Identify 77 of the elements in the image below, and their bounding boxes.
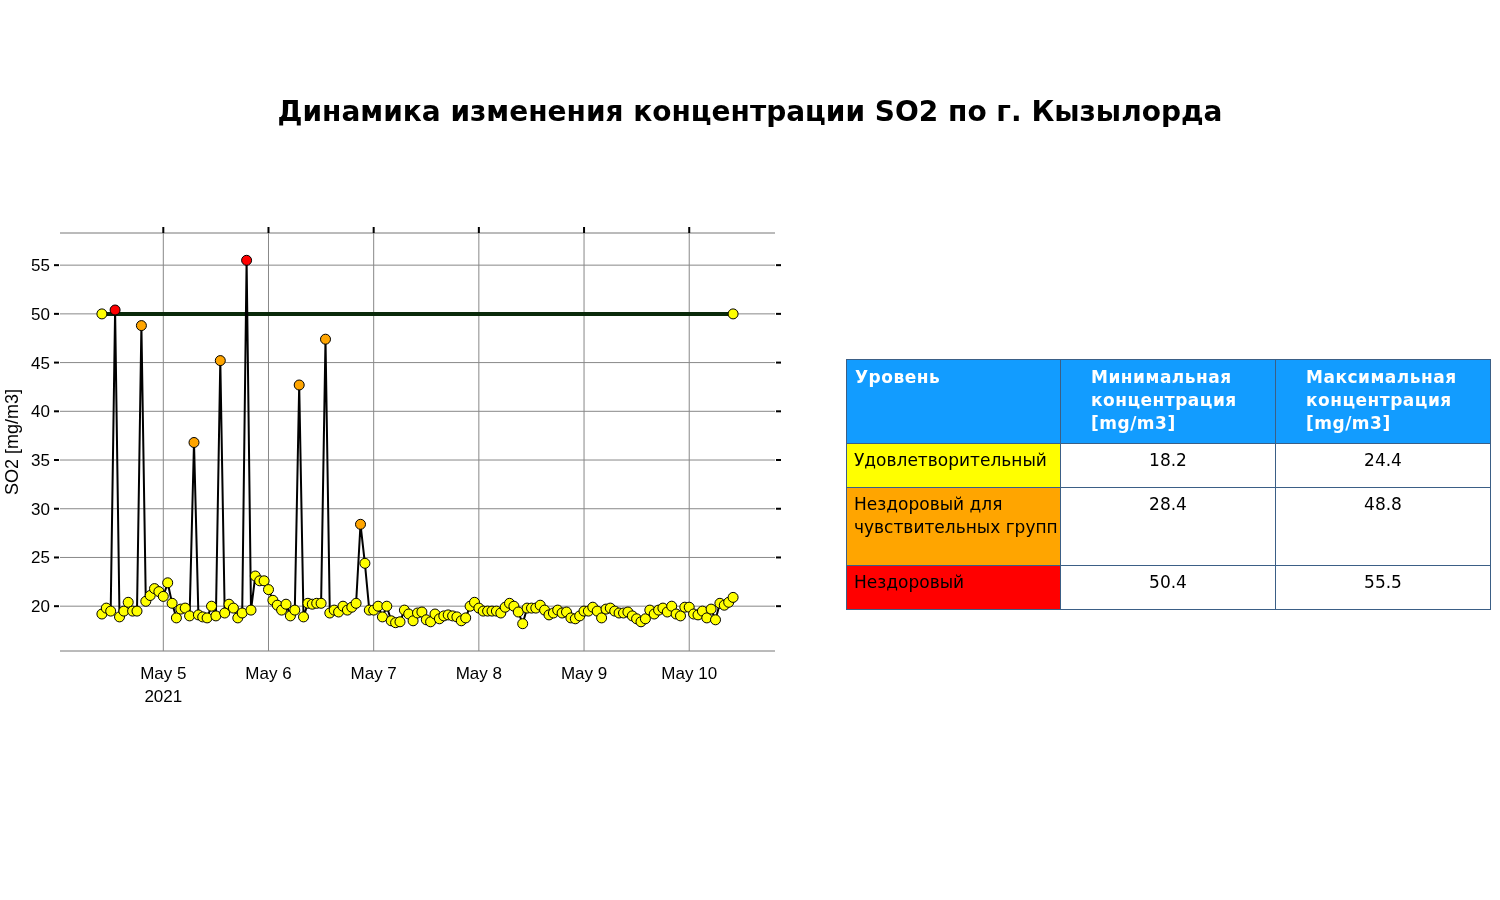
data-point <box>162 577 174 589</box>
data-point <box>179 602 191 614</box>
data-point <box>236 607 248 619</box>
data-point <box>298 611 309 623</box>
table-cell: 28.4 <box>1060 487 1276 566</box>
data-point <box>675 610 686 622</box>
data-point <box>170 612 182 624</box>
axis-year-label: 2021 <box>144 687 183 706</box>
table-cell: 48.8 <box>1275 487 1491 566</box>
data-point <box>517 618 529 630</box>
data-point <box>293 379 305 391</box>
data-point <box>105 605 117 617</box>
data-point <box>710 614 721 626</box>
data-point <box>320 333 331 345</box>
axis-tick-label: May 8 <box>455 664 502 683</box>
axis-tick-label: 50 <box>31 304 50 324</box>
axis-tick-label: May 5 <box>140 664 187 683</box>
data-point <box>381 600 393 612</box>
level-cell: Нездоровый <box>846 565 1061 610</box>
data-point <box>350 597 362 609</box>
axis-tick-label: 20 <box>31 597 50 617</box>
data-point <box>315 597 327 609</box>
data-point <box>214 355 226 367</box>
data-point <box>289 604 301 616</box>
axis-tick-label: 40 <box>31 402 50 422</box>
data-point <box>131 605 143 617</box>
data-point <box>157 590 169 602</box>
data-point <box>460 612 472 624</box>
level-cell: Удовлетворительный <box>846 443 1061 488</box>
data-point <box>135 320 147 332</box>
level-cell: Нездоровый для чувствительных групп <box>846 487 1061 566</box>
axis-tick-label: May 10 <box>661 664 718 683</box>
axis-tick-label: May 6 <box>245 664 292 683</box>
axis-tick-label: 55 <box>31 256 50 276</box>
data-point <box>166 597 178 609</box>
table-cell: 50.4 <box>1060 565 1276 610</box>
data-point <box>219 607 231 619</box>
data-point <box>355 518 366 530</box>
axis-tick-label: 35 <box>31 451 50 471</box>
data-point <box>184 610 196 622</box>
data-point <box>245 604 257 616</box>
column-header: Минимальная концентрация [mg/m3] <box>1060 359 1276 444</box>
data-point <box>258 575 270 587</box>
table-cell: 24.4 <box>1275 443 1491 488</box>
data-point <box>727 308 739 320</box>
data-point <box>188 437 200 448</box>
data-point <box>394 616 406 628</box>
column-header: Максимальная концентрация [mg/m3] <box>1275 359 1491 444</box>
data-point <box>206 600 217 612</box>
data-point <box>727 591 739 603</box>
data-point <box>666 600 678 612</box>
axis-tick-label: May 7 <box>350 664 397 683</box>
column-header: Уровень <box>846 359 1061 444</box>
axis-tick-label: 25 <box>31 548 50 568</box>
chart-title: Динамика изменения концентрации SO2 по г. Кызылорда <box>277 96 1223 128</box>
data-point <box>359 557 371 569</box>
data-point <box>376 611 388 623</box>
data-point <box>122 596 134 608</box>
data-point <box>280 598 292 610</box>
data-point <box>227 602 239 614</box>
data-point <box>210 610 222 622</box>
data-point <box>705 603 717 615</box>
table-cell: 18.2 <box>1060 443 1276 488</box>
data-point <box>639 613 651 625</box>
data-point <box>596 612 608 624</box>
axis-title: SO2 [mg/m3] <box>2 389 22 495</box>
axis-tick-label: 45 <box>31 353 50 373</box>
data-point <box>241 254 253 266</box>
data-point <box>201 612 213 624</box>
axis-tick-label: May 9 <box>560 664 608 683</box>
data-point <box>407 615 419 627</box>
data-point <box>263 584 274 596</box>
data-point <box>96 308 108 320</box>
table-cell: 55.5 <box>1275 565 1491 610</box>
data-point <box>109 304 121 316</box>
data-point <box>512 606 524 618</box>
axis-tick-label: 30 <box>31 499 50 519</box>
